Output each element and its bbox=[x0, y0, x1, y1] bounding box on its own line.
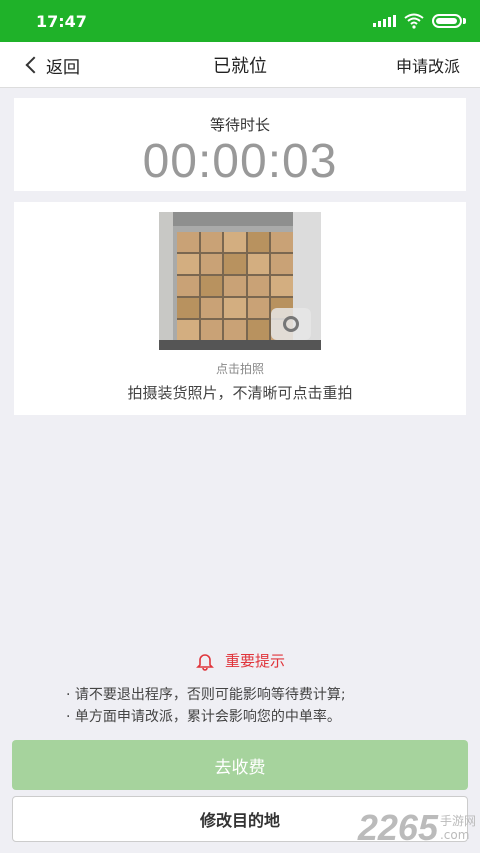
notice-lines: · 请不要退出程序，否则可能影响等待费计算; · 单方面申请改派，累计会影响您的… bbox=[66, 684, 346, 728]
photo-description: 拍摄装货照片，不清晰可点击重拍 bbox=[127, 384, 353, 402]
camera-icon[interactable] bbox=[271, 308, 311, 340]
cargo-photo[interactable] bbox=[159, 212, 321, 350]
photo-hint: 点击拍照 bbox=[215, 362, 264, 376]
timer-value: 00:00:03 bbox=[142, 135, 338, 188]
notice-title-text: 重要提示 bbox=[224, 652, 285, 670]
battery-icon bbox=[432, 14, 462, 28]
status-bar: 17:47 bbox=[0, 0, 480, 42]
notice-title: 重要提示 bbox=[0, 650, 480, 671]
collect-fee-button[interactable]: 去收费 bbox=[12, 740, 468, 790]
status-icons bbox=[373, 13, 466, 29]
notice-line: · 请不要退出程序，否则可能影响等待费计算; bbox=[66, 687, 346, 703]
back-button[interactable]: 返回 bbox=[24, 42, 80, 88]
request-reassign-button[interactable]: 申请改派 bbox=[396, 42, 460, 88]
status-time: 17:47 bbox=[36, 11, 87, 31]
timer-card: 等待时长 00:00:03 bbox=[14, 98, 466, 191]
wifi-icon bbox=[404, 13, 424, 29]
photo-card: 点击拍照 拍摄装货照片，不清晰可点击重拍 bbox=[14, 202, 466, 415]
back-chevron-icon bbox=[25, 56, 43, 74]
nav-bar: 返回 已就位 申请改派 bbox=[0, 42, 480, 88]
modify-destination-button[interactable]: 修改目的地 bbox=[12, 796, 468, 842]
notice-line: · 单方面申请改派，累计会影响您的中单率。 bbox=[66, 709, 341, 725]
signal-icon bbox=[373, 15, 396, 27]
bell-icon bbox=[196, 653, 214, 671]
timer-label: 等待时长 bbox=[209, 116, 270, 134]
back-label: 返回 bbox=[46, 57, 80, 78]
